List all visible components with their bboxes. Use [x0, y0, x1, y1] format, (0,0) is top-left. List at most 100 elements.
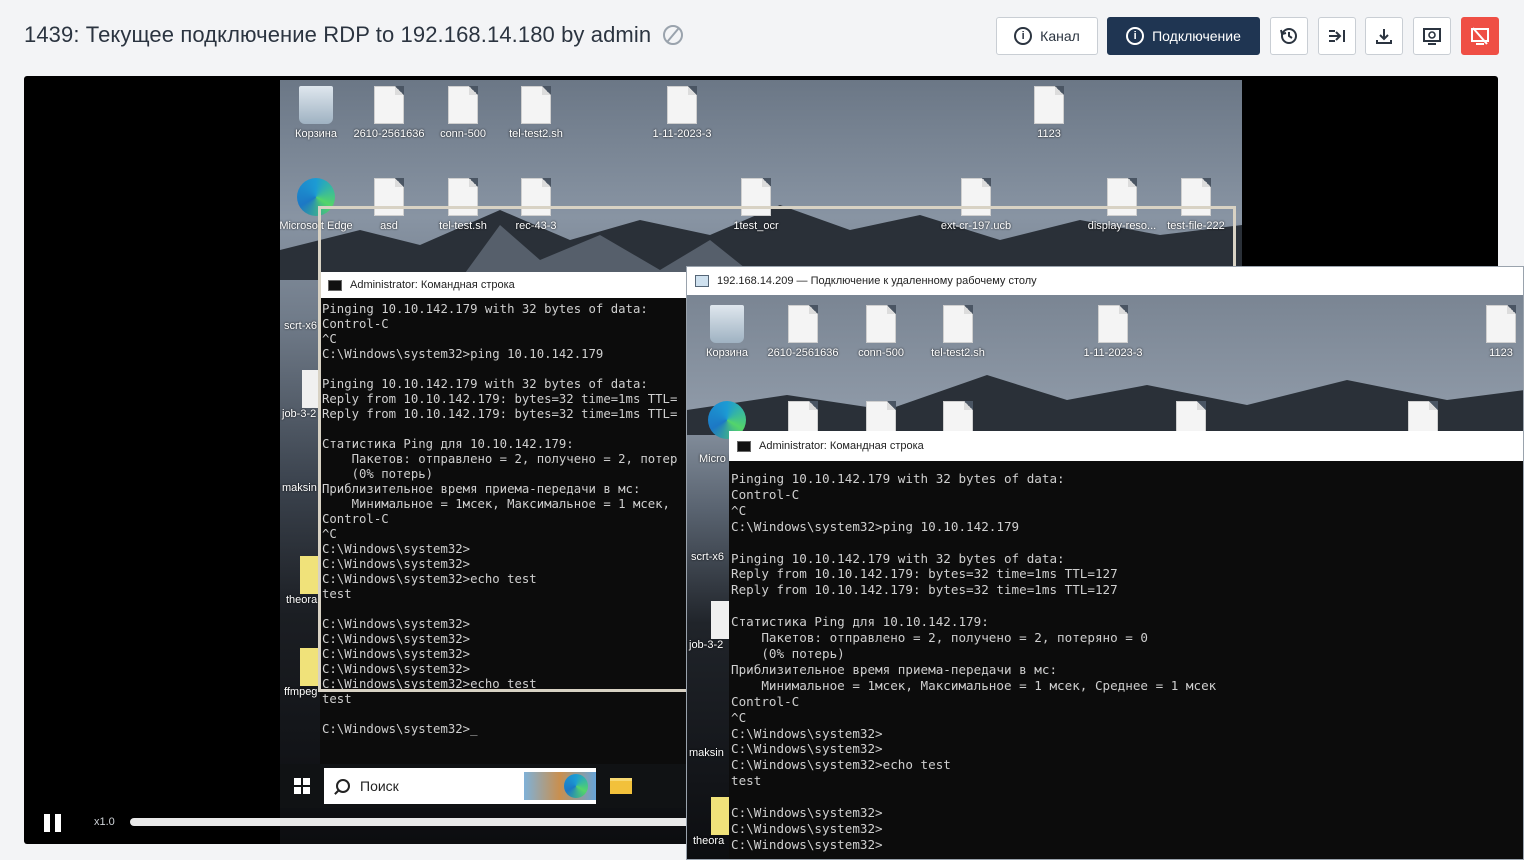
desktop-icon[interactable]: job-3-2 — [689, 601, 729, 651]
cmd-line — [731, 535, 1523, 551]
cmd-line: Reply from 10.10.142.179: bytes=32 time=… — [731, 566, 1118, 582]
cmd-line: test — [731, 773, 762, 789]
cmd-line: C:\Windows\system32>echo test — [731, 757, 951, 773]
cmd-line: Reply from 10.10.142.179: bytes=32 time=… — [731, 582, 1118, 598]
cmd-line: test — [322, 692, 352, 706]
file-explorer-icon[interactable] — [610, 778, 632, 794]
cmd-line: ^C — [731, 709, 747, 725]
page-header: 1439: Текущее подключение RDP to 192.168… — [0, 0, 1524, 72]
desktop-icon[interactable]: 1-11-2023-3 — [642, 86, 722, 140]
ban-icon[interactable] — [663, 25, 684, 45]
rdp-titlebar[interactable]: 192.168.14.209 — Подключение к удаленном… — [687, 267, 1523, 295]
console-icon — [737, 440, 751, 452]
cmd-line: Пакетов: отправлено = 2, получено = 2, п… — [731, 630, 1149, 646]
cmd-output[interactable]: Pinging 10.10.142.179 with 32 bytes of d… — [729, 461, 1523, 857]
recycle-bin-icon — [710, 305, 744, 343]
desktop-icon[interactable]: scrt-x6 — [691, 551, 724, 563]
desktop-icon[interactable]: tel-test2.sh — [918, 305, 998, 359]
download-button[interactable] — [1365, 17, 1403, 55]
cmd-line: C:\Windows\system32> — [731, 836, 883, 852]
download-icon — [1376, 29, 1392, 44]
desktop-icon[interactable]: 1123 — [1461, 305, 1523, 359]
desktop-icon[interactable]: tel-test2.sh — [496, 86, 576, 140]
cmd-line: Минимальное = 1мсек, Максимальное = 1 мс… — [731, 677, 1217, 693]
file-icon — [866, 305, 896, 343]
windows-start-icon[interactable] — [294, 778, 310, 794]
desktop-icon[interactable]: maksin — [689, 747, 724, 759]
history-button[interactable] — [1270, 17, 1308, 55]
desktop-icon[interactable]: maksin — [282, 482, 317, 494]
desktop-icon[interactable]: ffmpeg — [284, 648, 318, 698]
cmd-line: Control-C — [731, 693, 800, 709]
cmd-line: Pinging 10.10.142.179 with 32 bytes of d… — [731, 471, 1065, 486]
rdp-window[interactable]: 192.168.14.209 — Подключение к удаленном… — [686, 266, 1524, 860]
rdp-desktop: Корзина 2610-2561636 conn-500 tel-test2.… — [687, 295, 1523, 859]
desktop-icon[interactable]: job-3-2 — [282, 370, 320, 420]
cmd-line: C:\Windows\system32> — [731, 741, 883, 757]
desktop-icon[interactable]: conn-500 — [423, 86, 503, 140]
cmd-line: C:\Windows\system32> — [731, 820, 883, 836]
player-controls: x1.0 — [24, 804, 724, 844]
desktop-icon[interactable]: Корзина — [687, 305, 767, 359]
cmd-line: C:\Windows\system32> — [731, 725, 883, 741]
file-icon — [1486, 305, 1516, 343]
file-icon — [448, 86, 478, 124]
search-icon — [336, 779, 350, 793]
channel-button-label: Канал — [1040, 28, 1080, 44]
cmd-line: ^C — [731, 502, 747, 518]
file-icon — [943, 305, 973, 343]
cmd-line: Control-C — [731, 486, 800, 502]
cmd-titlebar[interactable]: Administrator: Командная строка — [729, 431, 1523, 461]
desktop-icon[interactable]: Корзина — [276, 86, 356, 140]
arrow-right-to-line-icon — [1329, 30, 1345, 42]
screen-search-icon — [1423, 28, 1441, 45]
file-icon — [1034, 86, 1064, 124]
file-icon — [667, 86, 697, 124]
edge-icon[interactable] — [564, 774, 588, 798]
file-icon — [788, 305, 818, 343]
taskbar-search[interactable]: Поиск — [324, 768, 596, 804]
file-icon — [1098, 305, 1128, 343]
desktop-icon[interactable]: theora — [286, 556, 318, 606]
cmd-line: Приблизительное время приема-передачи в … — [731, 661, 1058, 677]
cmd-line: C:\Windows\system32>_ — [322, 722, 478, 736]
file-icon — [374, 86, 404, 124]
cmd-line: C:\Windows\system32>ping 10.10.142.179 — [731, 518, 1020, 534]
screen-off-icon — [1471, 27, 1489, 45]
info-icon: i — [1126, 27, 1145, 45]
jump-button[interactable] — [1318, 17, 1356, 55]
info-icon: i — [1014, 27, 1033, 45]
cmd-line: (0% потерь) — [731, 645, 845, 661]
connection-button[interactable]: i Подключение — [1107, 17, 1260, 55]
page-title: 1439: Текущее подключение RDP to 192.168… — [24, 22, 652, 47]
cmd-line — [731, 789, 1523, 805]
taskbar: Поиск — [280, 764, 720, 808]
desktop-icon[interactable]: 1123 — [1009, 86, 1089, 140]
desktop-icon[interactable]: theora — [693, 797, 729, 847]
file-icon — [521, 86, 551, 124]
rdp-title: 192.168.14.209 — Подключение к удаленном… — [717, 275, 1037, 287]
desktop-icon[interactable]: 2610-2561636 — [763, 305, 843, 359]
desktop-icon[interactable]: 2610-2561636 — [349, 86, 429, 140]
history-icon — [1280, 28, 1297, 44]
channel-button[interactable]: i Канал — [996, 17, 1098, 55]
desktop-icon[interactable]: 1-11-2023-3 — [1073, 305, 1153, 359]
playback-speed[interactable]: x1.0 — [94, 816, 115, 828]
cmd-line — [322, 707, 684, 722]
session-viewer: 1439: Текущее подключение RDP to 192.168… — [0, 0, 1524, 860]
desktop-icon[interactable]: scrt-x6 — [284, 320, 317, 332]
cmd-line: C:\Windows\system32> — [731, 805, 883, 821]
progress-bar[interactable] — [130, 818, 690, 826]
desktop-icon[interactable]: conn-500 — [841, 305, 921, 359]
screenshot-button[interactable] — [1413, 17, 1451, 55]
title-row: 1439: Текущее подключение RDP to 192.168… — [24, 22, 684, 48]
folder-icon — [300, 556, 318, 594]
cmd-line: Pinging 10.10.142.179 with 32 bytes of d… — [731, 550, 1065, 566]
pause-icon[interactable] — [44, 814, 62, 832]
disconnect-button[interactable] — [1461, 17, 1499, 55]
folder-icon — [300, 648, 318, 686]
rdp-cmd-window[interactable]: Administrator: Командная строка Pinging … — [729, 431, 1523, 859]
recycle-bin-icon — [299, 86, 333, 124]
cmd-line: Статистика Ping для 10.10.142.179: — [731, 614, 989, 630]
remote-desktop-icon — [695, 275, 709, 287]
